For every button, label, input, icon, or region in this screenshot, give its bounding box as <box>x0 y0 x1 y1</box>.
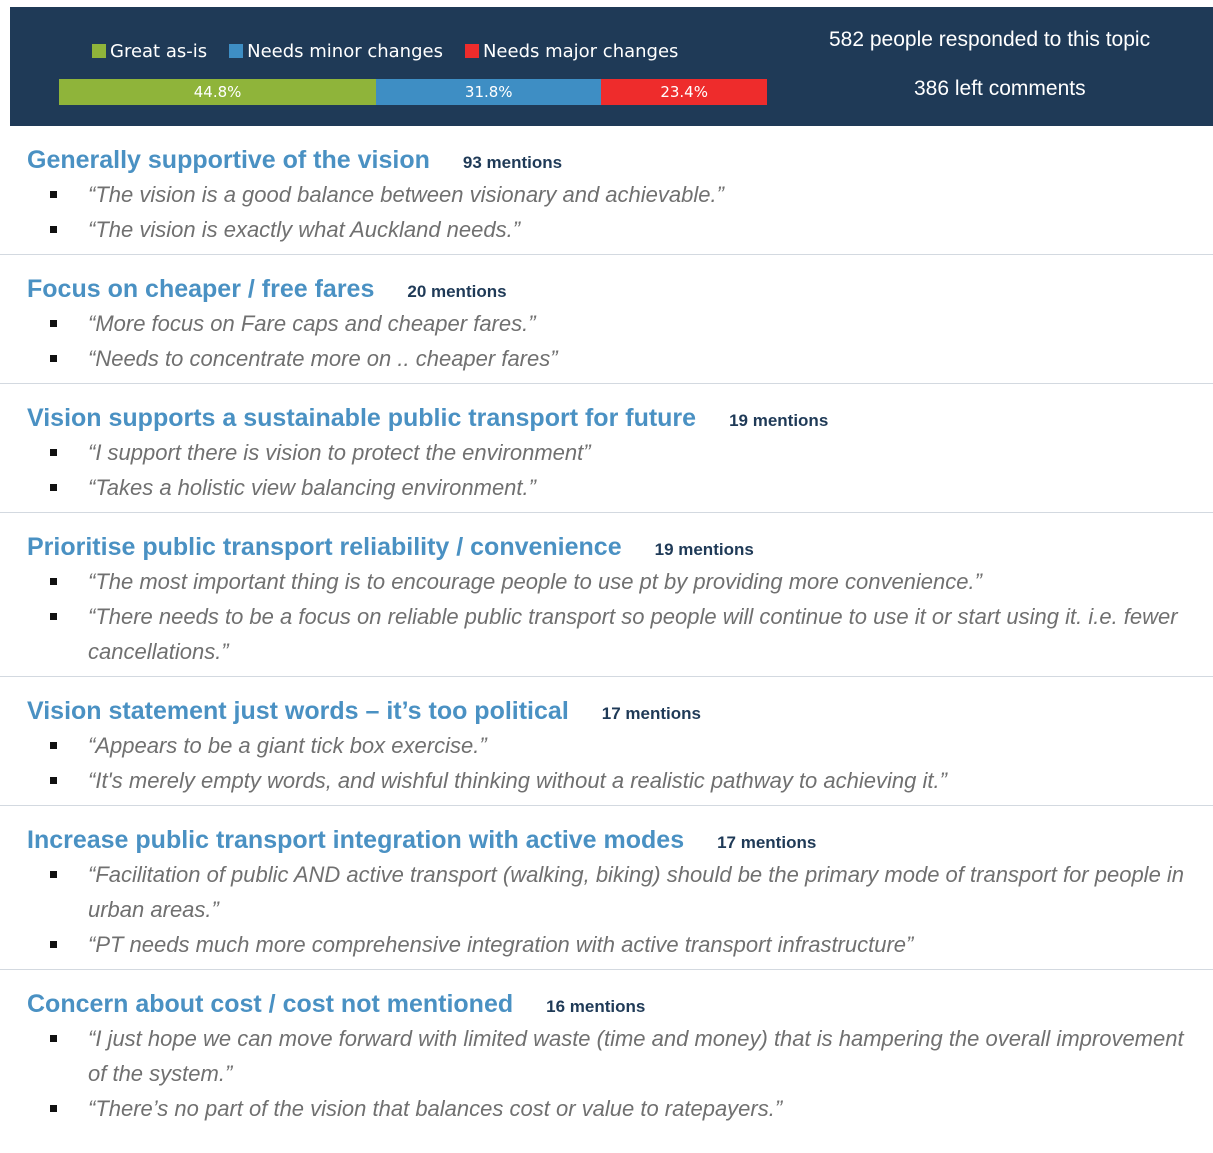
quote-item: “PT needs much more comprehensive integr… <box>0 927 1213 962</box>
legend-item-major: Needs major changes <box>464 40 679 62</box>
quote-item: “More focus on Fare caps and cheaper far… <box>0 306 1213 341</box>
legend-item-great: Great as-is <box>92 41 207 62</box>
legend-label-minor: Needs minor changes <box>247 40 443 62</box>
theme-title: Vision statement just words – it’s too p… <box>27 697 569 725</box>
response-bar: 44.8% 31.8% 23.4% <box>59 79 767 105</box>
bar-segment-great: 44.8% <box>59 79 377 105</box>
comments-count: 386 left comments <box>914 77 1086 100</box>
quote-item: “There needs to be a focus on reliable p… <box>0 599 1213 669</box>
theme-heading: Increase public transport integration wi… <box>27 826 1213 857</box>
summary-header: Great as-is Needs minor changes Needs ma… <box>10 7 1213 126</box>
quote-list: “I support there is vision to protect th… <box>0 435 1213 505</box>
quote-text: “The most important thing is to encourag… <box>88 569 982 594</box>
quote-list: “The vision is a good balance between vi… <box>0 177 1213 247</box>
mentions-count: 16 mentions <box>546 997 646 1016</box>
theme-section: Prioritise public transport reliability … <box>0 513 1213 677</box>
bullet-square-icon <box>50 226 57 233</box>
quote-text: “It's merely empty words, and wishful th… <box>88 768 947 793</box>
theme-heading: Generally supportive of the vision 93 me… <box>27 146 1213 177</box>
theme-heading: Vision supports a sustainable public tra… <box>27 404 1213 435</box>
mentions-count: 17 mentions <box>601 704 701 723</box>
mentions-count: 93 mentions <box>462 153 563 172</box>
bullet-square-icon <box>50 449 57 456</box>
bullet-square-icon <box>50 777 57 784</box>
quote-item: “Facilitation of public AND active trans… <box>0 857 1213 927</box>
quote-text: “I support there is vision to protect th… <box>88 440 591 465</box>
quote-item: “Takes a holistic view balancing environ… <box>0 470 1213 505</box>
legend-item-minor: Needs minor changes <box>229 41 443 62</box>
bullet-square-icon <box>50 578 57 585</box>
legend-label-great: Great as-is <box>110 40 208 62</box>
theme-heading: Concern about cost / cost not mentioned … <box>27 990 1213 1021</box>
quote-text: “Facilitation of public AND active trans… <box>88 862 1185 922</box>
quote-item: “Needs to concentrate more on .. cheaper… <box>0 341 1213 376</box>
responded-count: 582 people responded to this topic <box>829 28 1151 51</box>
legend-swatch-minor <box>229 44 244 58</box>
theme-section: Increase public transport integration wi… <box>0 806 1213 970</box>
quote-text: “Takes a holistic view balancing environ… <box>88 475 536 500</box>
bullet-square-icon <box>50 1105 57 1112</box>
quote-item: “The most important thing is to encourag… <box>0 564 1213 599</box>
theme-section: Vision supports a sustainable public tra… <box>0 384 1213 513</box>
theme-title: Prioritise public transport reliability … <box>27 533 622 561</box>
quote-text: “Needs to concentrate more on .. cheaper… <box>88 346 558 371</box>
theme-title: Generally supportive of the vision <box>27 146 430 174</box>
quote-item: “It's merely empty words, and wishful th… <box>0 763 1213 798</box>
theme-heading: Focus on cheaper / free fares 20 mention… <box>27 275 1213 306</box>
bullet-square-icon <box>50 355 57 362</box>
theme-title: Focus on cheaper / free fares <box>27 275 375 303</box>
mentions-count: 19 mentions <box>729 411 829 430</box>
theme-section: Generally supportive of the vision 93 me… <box>0 126 1213 255</box>
quote-text: “The vision is exactly what Auckland nee… <box>88 217 521 242</box>
quote-item: “The vision is exactly what Auckland nee… <box>0 212 1213 247</box>
quote-list: “Appears to be a giant tick box exercise… <box>0 728 1213 798</box>
quote-text: “Appears to be a giant tick box exercise… <box>88 733 487 758</box>
bullet-square-icon <box>50 613 57 620</box>
quote-text: “More focus on Fare caps and cheaper far… <box>88 311 536 336</box>
bar-segment-major: 23.4% <box>601 79 767 105</box>
bullet-square-icon <box>50 742 57 749</box>
theme-title: Increase public transport integration wi… <box>27 826 685 854</box>
legend-label-major: Needs major changes <box>482 40 679 62</box>
bar-segment-minor: 31.8% <box>376 79 602 105</box>
mentions-count: 19 mentions <box>654 540 754 559</box>
theme-heading: Prioritise public transport reliability … <box>27 533 1213 564</box>
quote-item: “There’s no part of the vision that bala… <box>0 1091 1213 1126</box>
quote-text: “The vision is a good balance between vi… <box>88 182 724 207</box>
quote-list: “Facilitation of public AND active trans… <box>0 857 1213 962</box>
bullet-square-icon <box>50 191 57 198</box>
quote-text: “PT needs much more comprehensive integr… <box>88 932 914 957</box>
bullet-square-icon <box>50 484 57 491</box>
quote-text: “I just hope we can move forward with li… <box>88 1026 1184 1086</box>
quote-item: “I support there is vision to protect th… <box>0 435 1213 470</box>
theme-title: Vision supports a sustainable public tra… <box>27 404 697 432</box>
legend: Great as-is Needs minor changes Needs ma… <box>92 37 700 65</box>
bullet-square-icon <box>50 320 57 327</box>
bullet-square-icon <box>50 941 57 948</box>
quote-item: “I just hope we can move forward with li… <box>0 1021 1213 1091</box>
quote-list: “The most important thing is to encourag… <box>0 564 1213 669</box>
theme-section: Focus on cheaper / free fares 20 mention… <box>0 255 1213 384</box>
mentions-count: 17 mentions <box>717 833 817 852</box>
bullet-square-icon <box>50 871 57 878</box>
quote-text: “There needs to be a focus on reliable p… <box>88 604 1178 664</box>
quote-list: “I just hope we can move forward with li… <box>0 1021 1213 1126</box>
legend-swatch-major <box>464 44 479 58</box>
quote-item: “Appears to be a giant tick box exercise… <box>0 728 1213 763</box>
legend-swatch-great <box>92 44 106 58</box>
quote-list: “More focus on Fare caps and cheaper far… <box>0 306 1213 376</box>
theme-section: Concern about cost / cost not mentioned … <box>0 970 1213 1133</box>
bullet-square-icon <box>50 1035 57 1042</box>
theme-title: Concern about cost / cost not mentioned <box>27 990 514 1018</box>
themes-list: Generally supportive of the vision 93 me… <box>0 126 1213 1133</box>
quote-item: “The vision is a good balance between vi… <box>0 177 1213 212</box>
quote-text: “There’s no part of the vision that bala… <box>88 1096 783 1121</box>
mentions-count: 20 mentions <box>407 282 507 301</box>
theme-section: Vision statement just words – it’s too p… <box>0 677 1213 806</box>
theme-heading: Vision statement just words – it’s too p… <box>27 697 1213 728</box>
